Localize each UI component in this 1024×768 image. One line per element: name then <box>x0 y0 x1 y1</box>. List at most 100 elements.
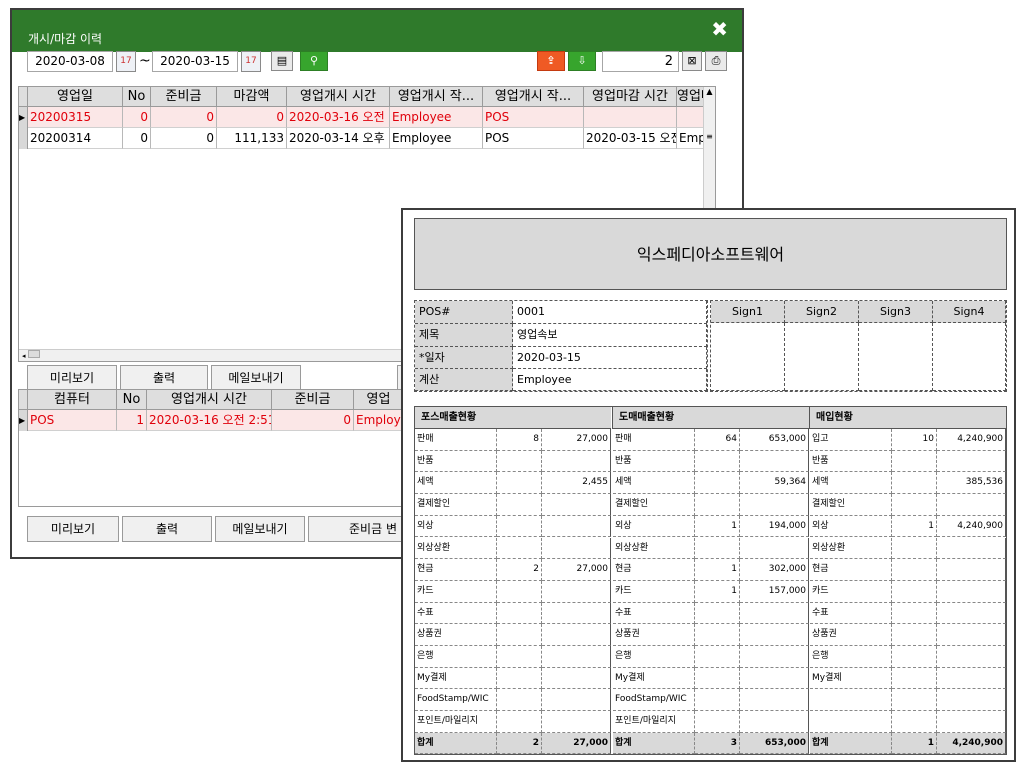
summary-value <box>937 494 1006 516</box>
table-cell[interactable]: 0 <box>272 410 354 431</box>
table-cell[interactable]: Employ <box>354 410 404 431</box>
info-label: *일자 <box>415 347 513 369</box>
reserve-change-button[interactable]: 준비금 변 <box>308 516 402 542</box>
calendar-from-icon[interactable]: 17 <box>116 51 136 72</box>
grid-corner <box>19 390 28 410</box>
summary-value <box>542 602 611 625</box>
col-header[interactable]: No <box>123 87 151 107</box>
date-to-field[interactable]: 2020-03-15 <box>152 51 238 72</box>
title-bar: 개시/마감 이력 ✖ <box>12 10 742 52</box>
col-header[interactable]: No <box>117 390 147 410</box>
col-header[interactable]: 영업마 <box>677 87 705 107</box>
tilde: ~ <box>139 53 151 69</box>
excel-icon[interactable]: ⊠ <box>682 51 702 71</box>
info-label: 계산 <box>415 369 513 391</box>
summary-value <box>937 646 1006 668</box>
col-header[interactable]: 준비금 <box>151 87 217 107</box>
filter-icon[interactable]: ▤ <box>271 51 293 71</box>
summary-value <box>695 624 740 646</box>
summary-value <box>542 515 611 538</box>
summary-value: 10 <box>892 429 937 451</box>
summary-value <box>937 537 1006 560</box>
col-header[interactable]: 영업개시 시간 <box>287 87 390 107</box>
table-cell[interactable]: 20200314 <box>28 128 123 149</box>
import-down-icon[interactable]: ⇩ <box>568 51 596 71</box>
print-button[interactable]: 출력 <box>120 365 208 391</box>
summary-label: 판매 <box>415 429 497 451</box>
table-cell[interactable]: POS <box>28 410 117 431</box>
col-header[interactable]: 마감액 <box>217 87 287 107</box>
summary-label: 결제할인 <box>613 494 695 516</box>
table-cell[interactable]: 0 <box>151 107 217 128</box>
info-value: 0001 <box>513 301 707 324</box>
summary-value <box>497 646 542 668</box>
table-cell[interactable]: 0 <box>151 128 217 149</box>
summary-value: 1 <box>892 515 937 538</box>
preview-button[interactable]: 미리보기 <box>27 365 117 391</box>
table-cell[interactable]: Employ <box>677 128 705 149</box>
col-header[interactable]: 영업개시 작... <box>390 87 483 107</box>
window-title: 개시/마감 이력 <box>28 32 103 46</box>
search-icon[interactable]: ⚲ <box>300 51 328 71</box>
table-cell[interactable]: 2020-03-14 오후 11 <box>287 128 390 149</box>
row-indicator-icon: ▶ <box>19 107 28 128</box>
summary-value <box>937 602 1006 625</box>
email-button-2[interactable]: 메일보내기 <box>215 516 305 542</box>
summary-value <box>740 711 809 733</box>
email-button[interactable]: 메일보내기 <box>211 365 301 391</box>
summary-value <box>695 602 740 625</box>
col-header[interactable]: 영업마감 시간 <box>584 87 677 107</box>
date-from-field[interactable]: 2020-03-08 <box>27 51 113 72</box>
table-cell[interactable]: 2020-03-16 오전 2: <box>287 107 390 128</box>
col-header[interactable]: 컴퓨터 <box>28 390 117 410</box>
print-button-2[interactable]: 출력 <box>122 516 212 542</box>
record-count: 2 <box>602 51 679 72</box>
summary-label: 반품 <box>810 450 892 473</box>
table-cell[interactable] <box>677 107 705 128</box>
summary-label: 수표 <box>415 602 497 625</box>
summary-value <box>542 689 611 712</box>
sign-label: Sign4 <box>933 301 1006 323</box>
table-cell[interactable]: 111,133 <box>217 128 287 149</box>
summary-value <box>695 450 740 473</box>
col-header[interactable]: 영업 <box>354 390 404 410</box>
row-indicator <box>19 128 28 149</box>
summary-value: 157,000 <box>740 580 809 603</box>
table-cell[interactable]: POS <box>483 107 584 128</box>
summary-label: 세액 <box>613 472 695 495</box>
table-cell[interactable]: Employee <box>390 128 483 149</box>
table-cell[interactable] <box>584 107 677 128</box>
summary-value <box>497 667 542 690</box>
summary-label: My결제 <box>415 667 497 690</box>
summary-label: 수표 <box>810 602 892 625</box>
table-cell[interactable]: POS <box>483 128 584 149</box>
col-header[interactable]: 영업개시 시간 <box>147 390 272 410</box>
preview-button-2[interactable]: 미리보기 <box>27 516 119 542</box>
close-icon[interactable]: ✖ <box>711 19 728 39</box>
col-header[interactable]: 영업일 <box>28 87 123 107</box>
print-icon[interactable]: ⎙ <box>705 51 727 71</box>
table-cell[interactable]: Employee <box>390 107 483 128</box>
export-up-icon[interactable]: ⇪ <box>537 51 565 71</box>
table-cell[interactable]: 2020-03-16 오전 2:51:0 <box>147 410 272 431</box>
summary-value: 385,536 <box>937 472 1006 495</box>
col-header[interactable]: 영업개시 작... <box>483 87 584 107</box>
table-cell[interactable]: 2020-03-15 오전 <box>584 128 677 149</box>
summary-label: 은행 <box>613 646 695 668</box>
summary-label: 포인트/마일리지 <box>415 711 497 733</box>
table-cell[interactable]: 20200315 <box>28 107 123 128</box>
summary-value <box>937 624 1006 646</box>
summary-label: 현금 <box>415 559 497 581</box>
summary-value <box>740 537 809 560</box>
table-cell[interactable]: 0 <box>217 107 287 128</box>
calendar-to-icon[interactable]: 17 <box>241 51 261 72</box>
summary-value <box>937 559 1006 581</box>
table-cell[interactable]: 1 <box>117 410 147 431</box>
col-header[interactable]: 준비금 <box>272 390 354 410</box>
table-cell[interactable]: 0 <box>123 128 151 149</box>
summary-value <box>542 450 611 473</box>
summary-value <box>892 646 937 668</box>
summary-label: 합계 <box>810 732 892 755</box>
table-cell[interactable]: 0 <box>123 107 151 128</box>
summary-label: 반품 <box>613 450 695 473</box>
